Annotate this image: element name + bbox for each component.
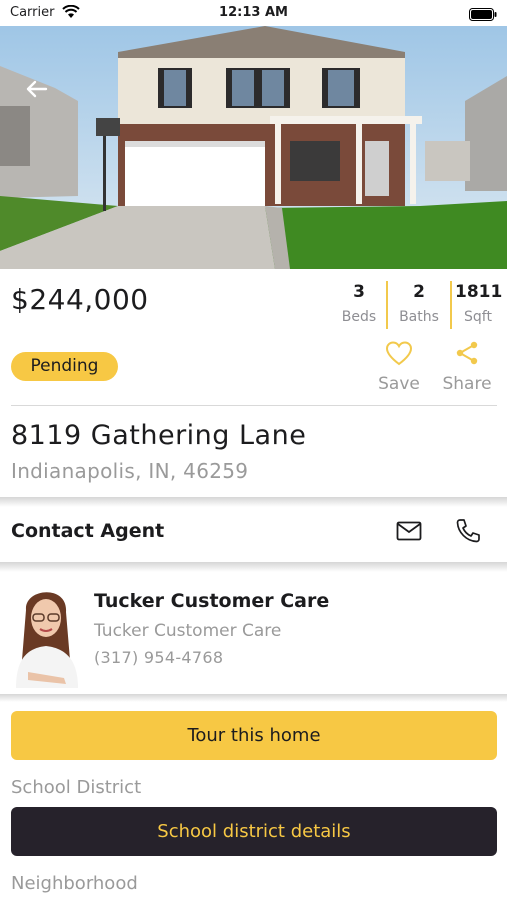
heart-icon: [385, 341, 413, 366]
mail-icon: [396, 521, 422, 541]
sqft-value: 1811: [455, 282, 503, 302]
agent-name: Tucker Customer Care: [94, 590, 330, 612]
contact-agent-title: Contact Agent: [11, 520, 165, 542]
sqft-label: Sqft: [464, 309, 492, 325]
school-district-label: School District: [11, 777, 142, 798]
status-bar: Carrier 12:13 AM: [0, 0, 507, 26]
stat-divider: [450, 281, 452, 329]
stat-baths: 2 Baths: [393, 282, 445, 325]
neighborhood-label: Neighborhood: [11, 873, 138, 894]
section-shadow: [0, 497, 507, 507]
listing-price: $244,000: [11, 283, 149, 316]
baths-label: Baths: [399, 309, 439, 325]
baths-value: 2: [413, 282, 425, 302]
call-button[interactable]: [455, 518, 481, 548]
divider: [11, 405, 497, 406]
share-icon: [456, 341, 478, 365]
beds-value: 3: [353, 282, 365, 302]
status-badge: Pending: [11, 352, 118, 381]
stat-beds: 3 Beds: [336, 282, 382, 325]
share-label: Share: [442, 374, 492, 394]
agent-phone[interactable]: (317) 954-4768: [94, 648, 223, 667]
agent-company: Tucker Customer Care: [94, 621, 282, 641]
battery-icon: [469, 6, 497, 25]
status-time: 12:13 AM: [219, 5, 288, 20]
beds-label: Beds: [341, 309, 377, 325]
section-shadow: [0, 694, 507, 702]
save-button[interactable]: Save: [372, 340, 426, 394]
tour-home-button[interactable]: Tour this home: [11, 711, 497, 760]
phone-icon: [456, 519, 480, 543]
section-shadow: [0, 562, 507, 572]
save-label: Save: [378, 374, 420, 394]
back-button[interactable]: [22, 74, 52, 104]
email-button[interactable]: [396, 520, 422, 546]
house-photo: [0, 26, 507, 269]
arrow-left-icon: [26, 80, 48, 98]
share-button[interactable]: Share: [436, 340, 498, 394]
city-address: Indianapolis, IN, 46259: [11, 459, 249, 483]
stat-divider: [386, 281, 388, 329]
street-address: 8119 Gathering Lane: [11, 420, 307, 451]
stat-sqft: 1811 Sqft: [455, 282, 503, 325]
school-district-details-button[interactable]: School district details: [11, 807, 497, 856]
agent-avatar: [8, 580, 86, 688]
